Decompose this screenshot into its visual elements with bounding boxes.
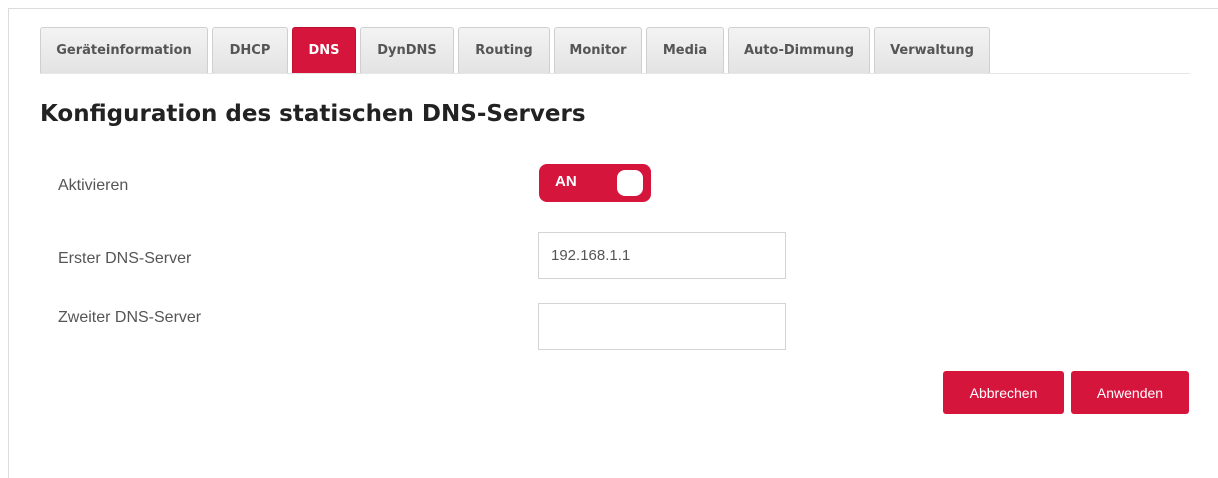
enable-toggle[interactable]: AN xyxy=(539,164,651,202)
tab-dhcp[interactable]: DHCP xyxy=(212,27,288,73)
tab-dyndns[interactable]: DynDNS xyxy=(360,27,454,73)
tab-routing[interactable]: Routing xyxy=(458,27,550,73)
tab-auto-dimmung[interactable]: Auto-Dimmung xyxy=(728,27,870,73)
toggle-knob xyxy=(617,170,643,196)
page-title: Konfiguration des statischen DNS-Servers xyxy=(40,101,586,127)
tab-geraeteinformation[interactable]: Geräteinformation xyxy=(40,27,208,73)
second-dns-label: Zweiter DNS-Server xyxy=(58,309,202,326)
enable-label: Aktivieren xyxy=(58,177,129,194)
tab-bar: Geräteinformation DHCP DNS DynDNS Routin… xyxy=(40,27,1190,74)
cancel-button[interactable]: Abbrechen xyxy=(943,371,1064,414)
tab-dns[interactable]: DNS xyxy=(292,27,356,73)
first-dns-input[interactable] xyxy=(538,232,786,279)
tab-verwaltung[interactable]: Verwaltung xyxy=(874,27,990,73)
first-dns-label: Erster DNS-Server xyxy=(58,250,192,267)
tab-monitor[interactable]: Monitor xyxy=(554,27,642,73)
second-dns-input[interactable] xyxy=(538,303,786,350)
apply-button[interactable]: Anwenden xyxy=(1071,371,1189,414)
toggle-state-text: AN xyxy=(555,173,577,190)
tab-media[interactable]: Media xyxy=(646,27,724,73)
